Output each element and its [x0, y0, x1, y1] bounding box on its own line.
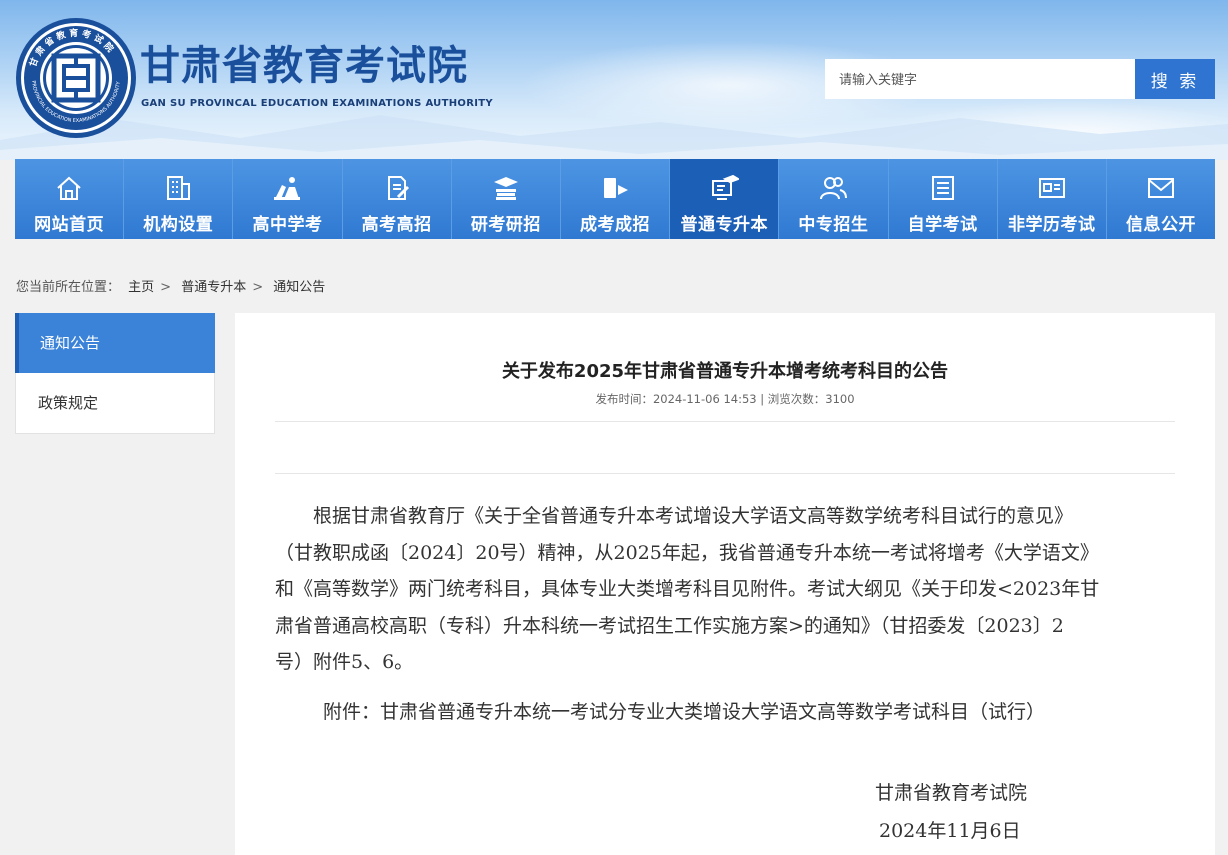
- article-body: 根据甘肃省教育厅《关于全省普通专升本考试增设大学语文高等数学统考科目试行的意见》…: [275, 498, 1175, 681]
- divider: [275, 421, 1175, 422]
- nav-item-label: 成考成招: [580, 215, 651, 235]
- breadcrumb-separator: >: [160, 280, 172, 295]
- article-line: 根据甘肃省教育厅《关于全省普通专升本考试增设大学语文高等数学统考科目试行的意见》: [313, 505, 1074, 527]
- sidebar-item-policies[interactable]: 政策规定: [16, 373, 214, 433]
- breadcrumb-upgrade-link[interactable]: 普通专升本: [181, 280, 246, 295]
- nav-item-self-study[interactable]: 自学考试: [888, 159, 998, 239]
- students-icon: [274, 177, 301, 200]
- id-card-icon: [1038, 178, 1065, 198]
- breadcrumb-prefix: 您当前所在位置：: [16, 280, 121, 295]
- search-button[interactable]: 搜 索: [1135, 59, 1215, 99]
- article-line: 和《高等数学》两门统考科目，具体专业大类增考科目见附件。考试大纲见《关于印发<2…: [275, 578, 1100, 600]
- nav-item-home[interactable]: 网站首页: [15, 159, 125, 239]
- nav-item-label: 高考高招: [361, 215, 432, 235]
- nav-item-label: 自学考试: [907, 215, 978, 235]
- nav-item-info-disclosure[interactable]: 信息公开: [1106, 159, 1216, 239]
- sidebar-item-notices[interactable]: 通知公告: [15, 313, 215, 373]
- nav-item-graduate-exam[interactable]: 研考研招: [451, 159, 561, 239]
- nav-item-high-school-exam[interactable]: 高中学考: [233, 159, 343, 239]
- article-line: 肃省普通高校高职（专科）升本科统一考试招生工作实施方案>的通知》（甘招委发〔20…: [275, 614, 1064, 637]
- nav-item-vocational[interactable]: 中专招生: [779, 159, 889, 239]
- site-title: 甘肃省教育考试院: [140, 43, 468, 89]
- people-icon: [820, 177, 848, 200]
- home-icon: [57, 176, 81, 200]
- graduation-screen-icon: [712, 174, 740, 200]
- breadcrumb-notice-link[interactable]: 通知公告: [273, 280, 325, 295]
- article-meta: 发布时间：2024-11-06 14:53 | 浏览次数：3100: [595, 392, 855, 406]
- sidebar: 通知公告 政策规定: [15, 313, 215, 434]
- nav-item-adult-exam[interactable]: 成考成招: [560, 159, 671, 239]
- breadcrumb-home-link[interactable]: 主页: [128, 280, 154, 295]
- nav-item-label: 研考研招: [470, 215, 541, 235]
- article-line: （甘教职成函〔2024〕20号）精神，从2025年起，我省普通专升本统一考试将增…: [275, 541, 1099, 564]
- nav-item-label: 非学历考试: [1008, 215, 1096, 235]
- main-nav: 网站首页 机构设置 高中学考 高考高招 研考研招 成考成招 普通专升本 中专招生…: [15, 159, 1216, 239]
- nav-item-label: 高中学考: [252, 215, 323, 235]
- books-graduation-icon: [493, 177, 518, 200]
- breadcrumb: 您当前所在位置： 主页 > 普通专升本 > 通知公告: [16, 276, 329, 295]
- article-title: 关于发布2025年甘肃省普通专升本增考统考科目的公告: [501, 361, 949, 382]
- signature-date: 2024年11月6日: [879, 820, 1021, 842]
- nav-item-label: 信息公开: [1125, 215, 1196, 235]
- site-subtitle: GAN SU PROVINCAL EDUCATION EXAMINATIONS …: [141, 98, 493, 109]
- attachment-link[interactable]: 附件：甘肃省普通专升本统一考试分专业大类增设大学语文高等数学考试科目（试行）: [323, 697, 1045, 724]
- nav-item-label: 机构设置: [143, 215, 214, 235]
- logo-emblem[interactable]: 甘 肃 省 教 育 考 试 院 PROVINCIAL EDUCATION EXA…: [14, 16, 138, 140]
- document-icon: [931, 176, 954, 200]
- article-line: 号）附件5、6。: [275, 651, 414, 673]
- article-panel: 关于发布2025年甘肃省普通专升本增考统考科目的公告 发布时间：2024-11-…: [235, 313, 1215, 855]
- nav-item-non-degree[interactable]: 非学历考试: [997, 159, 1107, 239]
- book-flag-icon: [604, 178, 629, 198]
- nav-item-label: 普通专升本: [680, 215, 768, 235]
- breadcrumb-separator: >: [252, 280, 264, 295]
- divider: [275, 473, 1175, 474]
- mountain-decoration: [0, 115, 1228, 160]
- nav-item-label: 中专招生: [798, 215, 869, 235]
- nav-item-label: 网站首页: [34, 215, 105, 235]
- signature-organization: 甘肃省教育考试院: [875, 782, 1028, 804]
- pencil-paper-icon: [387, 176, 409, 200]
- nav-item-upgrade-exam[interactable]: 普通专升本: [670, 159, 780, 239]
- site-header: 甘 肃 省 教 育 考 试 院 PROVINCIAL EDUCATION EXA…: [0, 0, 1228, 160]
- building-icon: [167, 176, 191, 200]
- nav-item-organization[interactable]: 机构设置: [124, 159, 234, 239]
- nav-item-college-entrance[interactable]: 高考高招: [342, 159, 452, 239]
- search-input[interactable]: [825, 59, 1135, 99]
- mail-icon: [1147, 178, 1174, 198]
